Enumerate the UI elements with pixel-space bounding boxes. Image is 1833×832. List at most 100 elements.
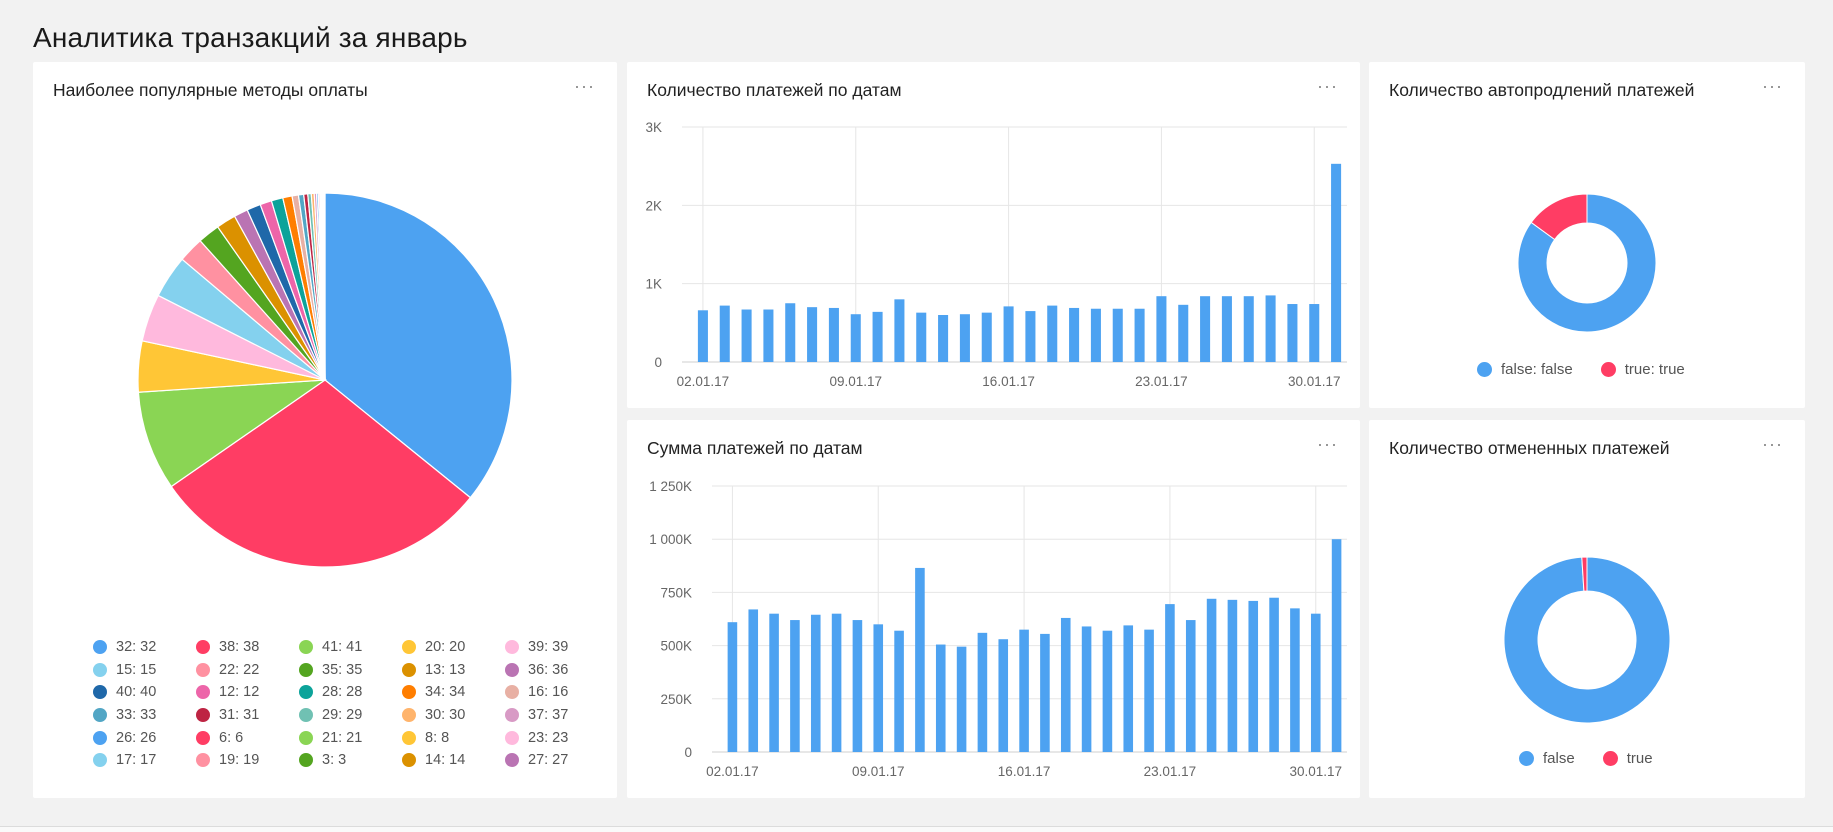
legend-item[interactable]: 37: 37	[505, 704, 608, 727]
bar[interactable]	[852, 620, 863, 752]
bar[interactable]	[873, 624, 884, 752]
bar[interactable]	[831, 613, 842, 752]
bar[interactable]	[1112, 308, 1123, 362]
legend-dot-icon	[1602, 751, 1618, 766]
bar[interactable]	[1134, 308, 1145, 362]
legend-item[interactable]: 20: 20	[402, 636, 505, 659]
legend-item[interactable]: 12: 12	[196, 681, 299, 704]
bar[interactable]	[935, 644, 946, 752]
bar[interactable]	[741, 309, 752, 362]
bar[interactable]	[810, 614, 821, 752]
legend-item[interactable]: 40: 40	[93, 681, 196, 704]
legend-item[interactable]: 31: 31	[196, 704, 299, 727]
bar[interactable]	[916, 312, 927, 362]
legend-item[interactable]: 15: 15	[93, 659, 196, 682]
bar[interactable]	[998, 639, 1009, 752]
bar[interactable]	[1290, 608, 1300, 752]
bar[interactable]	[697, 310, 708, 362]
bar[interactable]	[1156, 296, 1167, 362]
bar[interactable]	[1090, 308, 1101, 362]
legend-item[interactable]: 32: 32	[93, 636, 196, 659]
bar[interactable]	[790, 620, 800, 752]
legend-item[interactable]: 14: 14	[402, 749, 505, 772]
legend-item[interactable]: 36: 36	[505, 659, 608, 682]
bar[interactable]	[763, 309, 774, 362]
legend-item[interactable]: 3: 3	[299, 749, 402, 772]
bar[interactable]	[1144, 629, 1154, 752]
legend-item[interactable]: 22: 22	[196, 659, 299, 682]
more-horizontal-icon[interactable]: ···	[1762, 434, 1783, 455]
bar[interactable]	[1178, 304, 1189, 362]
legend-item[interactable]: 16: 16	[505, 681, 608, 704]
bar[interactable]	[1081, 626, 1092, 752]
more-horizontal-icon[interactable]: ···	[574, 76, 595, 97]
bar[interactable]	[785, 303, 796, 362]
bar[interactable]	[1269, 597, 1279, 752]
bar[interactable]	[1265, 295, 1276, 362]
bar[interactable]	[1331, 163, 1342, 362]
legend-item[interactable]: 17: 17	[93, 749, 196, 772]
bar[interactable]	[1243, 296, 1254, 362]
bar[interactable]	[1165, 604, 1175, 752]
bar[interactable]	[1123, 625, 1134, 752]
bar[interactable]	[1200, 296, 1211, 362]
legend-item[interactable]: 41: 41	[299, 636, 402, 659]
bar[interactable]	[1206, 598, 1217, 752]
legend-item[interactable]: 30: 30	[402, 704, 505, 727]
bar[interactable]	[872, 311, 883, 362]
bar[interactable]	[977, 632, 988, 752]
bar[interactable]	[1003, 306, 1014, 362]
legend-item[interactable]: 35: 35	[299, 659, 402, 682]
legend-label: 32: 32	[116, 639, 157, 656]
legend-item[interactable]: 6: 6	[196, 726, 299, 749]
bar[interactable]	[1102, 630, 1113, 752]
legend-item[interactable]: true	[1602, 750, 1653, 767]
bar[interactable]	[1069, 307, 1080, 362]
bar[interactable]	[828, 307, 839, 362]
legend-item[interactable]: false	[1519, 750, 1575, 767]
bar[interactable]	[769, 613, 779, 752]
bar[interactable]	[1309, 304, 1320, 362]
more-horizontal-icon[interactable]: ···	[1762, 76, 1783, 97]
legend-item[interactable]: 38: 38	[196, 636, 299, 659]
legend-item[interactable]: 26: 26	[93, 726, 196, 749]
bar[interactable]	[1185, 620, 1196, 752]
legend-item[interactable]: 34: 34	[402, 681, 505, 704]
legend-item[interactable]: 8: 8	[402, 726, 505, 749]
bar[interactable]	[956, 646, 967, 752]
bar[interactable]	[894, 299, 905, 362]
bar[interactable]	[1287, 304, 1298, 362]
bar[interactable]	[1221, 296, 1232, 362]
legend-item[interactable]: 27: 27	[505, 749, 608, 772]
bar[interactable]	[1248, 600, 1259, 752]
bar[interactable]	[959, 314, 970, 362]
bar[interactable]	[748, 609, 759, 752]
bar[interactable]	[981, 312, 992, 362]
legend-item[interactable]: 39: 39	[505, 636, 608, 659]
legend-item[interactable]: 23: 23	[505, 726, 608, 749]
bar[interactable]	[894, 630, 904, 752]
legend-item[interactable]: true: true	[1600, 361, 1685, 378]
bar[interactable]	[727, 622, 738, 752]
bar[interactable]	[938, 315, 949, 362]
bar[interactable]	[1040, 633, 1050, 752]
legend-item[interactable]: false: false	[1477, 361, 1573, 378]
bar[interactable]	[850, 314, 861, 362]
legend-item[interactable]: 21: 21	[299, 726, 402, 749]
legend-item[interactable]: 28: 28	[299, 681, 402, 704]
bar[interactable]	[1019, 629, 1029, 752]
legend-item[interactable]: 29: 29	[299, 704, 402, 727]
legend-item[interactable]: 13: 13	[402, 659, 505, 682]
bar[interactable]	[1310, 613, 1321, 752]
bar[interactable]	[807, 307, 818, 362]
bar[interactable]	[1047, 305, 1058, 362]
card-title: Количество автопродлений платежей	[1389, 80, 1695, 100]
bar[interactable]	[1331, 539, 1342, 752]
bar[interactable]	[915, 567, 925, 752]
legend-item[interactable]: 19: 19	[196, 749, 299, 772]
bar[interactable]	[1227, 599, 1238, 752]
bar[interactable]	[1060, 617, 1071, 752]
bar[interactable]	[719, 305, 730, 362]
bar[interactable]	[1025, 311, 1036, 362]
legend-item[interactable]: 33: 33	[93, 704, 196, 727]
